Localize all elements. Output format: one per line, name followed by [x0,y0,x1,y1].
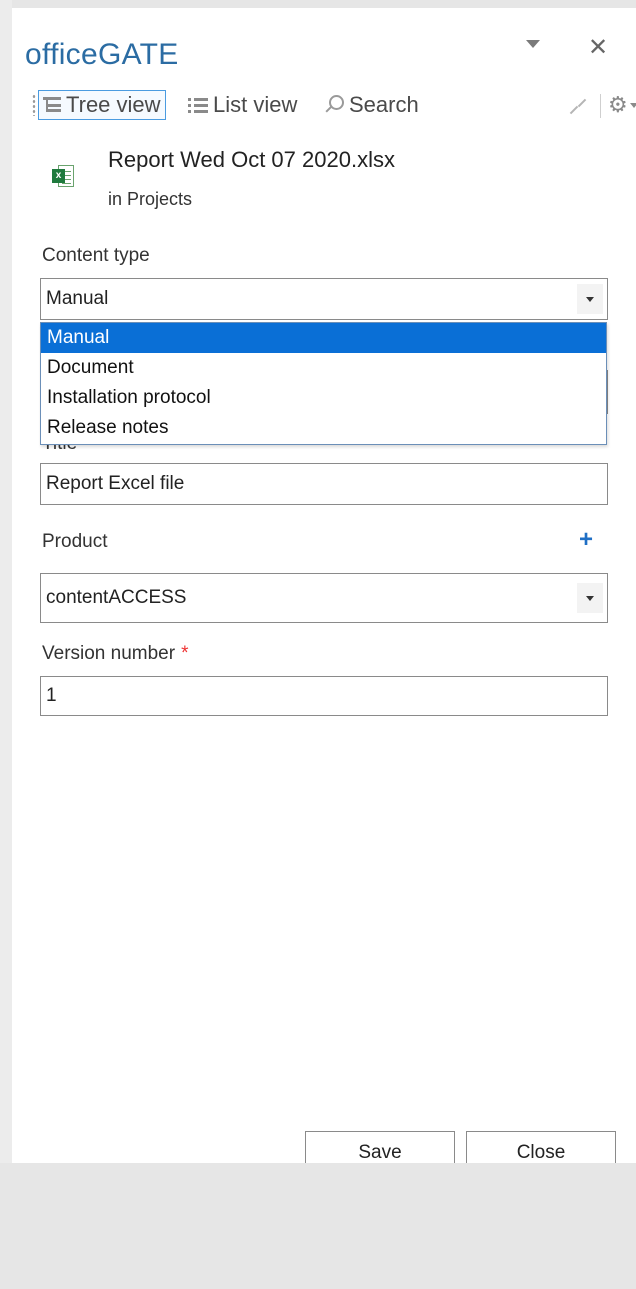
version-number-label-text: Version number [42,643,176,664]
chevron-down-icon[interactable] [577,284,603,314]
pane-options-dropdown-icon[interactable] [526,40,540,48]
toolbar: Tree view List view Search ⚙ [30,88,636,124]
product-label: Product [42,531,108,552]
settings-gear-icon[interactable]: ⚙ [608,93,628,117]
chevron-down-icon[interactable] [577,583,603,613]
search-label: Search [349,92,419,117]
version-number-label: Version number * [42,643,188,665]
product-value: contentACCESS [46,587,187,608]
option-document[interactable]: Document [41,353,606,383]
content-type-value: Manual [46,288,109,309]
file-name: Report Wed Oct 07 2020.xlsx [108,147,395,172]
content-type-label: Content type [42,245,150,266]
file-location: in Projects [108,189,193,209]
product-select[interactable]: contentACCESS [40,573,608,623]
collapse-icon[interactable] [568,98,590,116]
toolbar-divider [600,94,601,118]
version-number-input[interactable]: 1 [40,676,608,716]
content-type-select[interactable]: Manual [40,278,608,320]
list-view-icon [188,97,208,113]
option-installation-protocol[interactable]: Installation protocol [41,383,606,413]
tree-view-button[interactable]: Tree view [38,90,166,120]
option-release-notes[interactable]: Release notes [41,413,606,443]
left-edge [0,0,12,1163]
title-value: Report Excel file [46,473,185,494]
required-marker: * [181,643,189,664]
excel-file-icon: x [52,165,74,189]
status-area [0,1163,636,1289]
settings-dropdown-icon[interactable] [630,103,636,108]
pane-title: officeGATE [25,38,179,71]
search-icon [324,95,344,115]
toolbar-grip-icon[interactable] [32,94,36,116]
list-view-label: List view [213,92,298,117]
tree-view-icon [43,97,61,113]
close-pane-icon[interactable]: ✕ [588,36,608,60]
search-button[interactable]: Search [324,90,419,120]
version-number-value: 1 [46,685,57,706]
option-manual[interactable]: Manual [41,323,606,353]
add-product-icon[interactable]: + [579,528,593,552]
tree-view-label: Tree view [66,92,161,117]
title-input[interactable]: Report Excel file [40,463,608,505]
content-type-options: Manual Document Installation protocol Re… [40,322,607,445]
list-view-button[interactable]: List view [188,90,297,120]
